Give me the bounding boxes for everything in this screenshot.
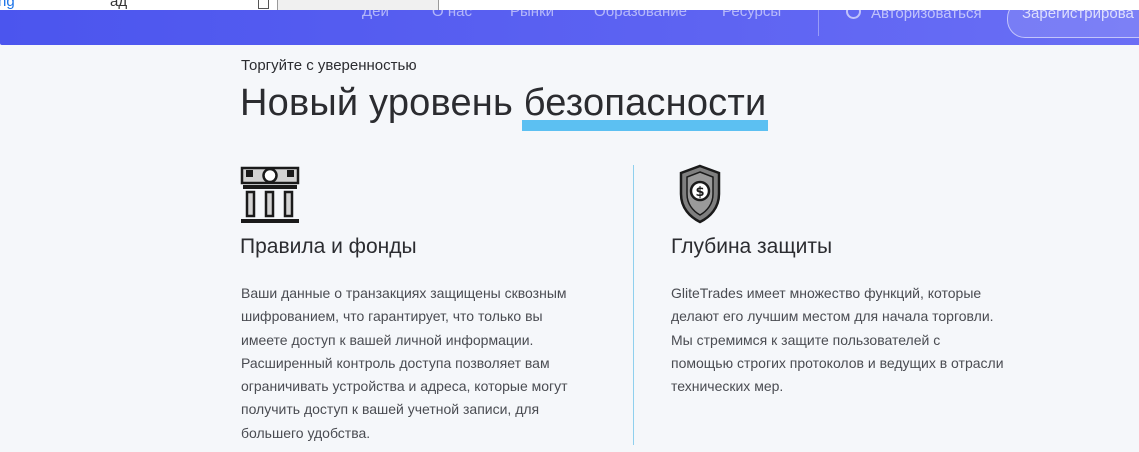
feature-text-line: Ваши данные о транзакциях защищены сквоз… — [241, 285, 567, 301]
nav-link-education[interactable]: Образование — [594, 10, 687, 20]
column-divider — [633, 165, 634, 445]
feature-text-line: имеете доступ к вашей личной информации. — [241, 331, 534, 348]
feature-text-line: GliteTrades имеет множество функций, кот… — [671, 285, 982, 301]
feature-text-protection: GliteTrades имеет множество функций, кот… — [671, 282, 1071, 398]
feature-text-line: большего удобства. — [241, 424, 371, 441]
feature-text-line: делают его лучшим местом для начала торг… — [671, 308, 994, 325]
feature-title-rules: Правила и фонды — [240, 235, 417, 258]
bookmark-fragment-2[interactable]: ад — [110, 0, 127, 10]
register-label: Зарегистрирова — [1022, 10, 1134, 22]
nav-link-markets[interactable]: Рынки — [510, 10, 554, 20]
feature-text-rules: Ваши данные о транзакциях защищены сквоз… — [241, 282, 621, 445]
login-link[interactable]: Авторизоваться — [846, 10, 982, 22]
user-icon — [846, 10, 861, 19]
feature-text-line: Мы стремимся к защите пользователей с — [671, 331, 941, 348]
strip-checkbox[interactable] — [258, 0, 269, 9]
feature-text-line: технических мер. — [671, 378, 784, 395]
feature-text-line: ограничивать устройства и адреса, которы… — [241, 378, 568, 395]
feature-text-line: получить доступ к вашей учетной записи, … — [241, 401, 540, 418]
register-button[interactable]: Зарегистрирова — [1007, 10, 1139, 38]
nav-link-about[interactable]: О нас — [432, 10, 472, 20]
feature-text-line: Расширенный контроль доступа позволяет в… — [241, 354, 550, 371]
feature-text-line: помощью строгих протоколов и ведущих в о… — [671, 354, 1004, 371]
shield-dollar-icon: $ — [678, 164, 722, 231]
nav-divider — [818, 10, 819, 36]
nav-link-resources[interactable]: Ресурсы — [722, 10, 781, 20]
nav-link-1[interactable]: Деи — [362, 10, 389, 20]
feature-title-protection: Глубина защиты — [671, 235, 833, 258]
site-header: Деи О нас Рынки Образование Ресурсы Авто… — [0, 10, 1139, 45]
feature-text-line: шифрованием, что гарантирует, что только… — [241, 308, 543, 325]
title-highlight: безопасности — [521, 82, 769, 131]
bookmark-fragment[interactable]: ng — [0, 0, 15, 10]
section-eyebrow: Торгуйте с уверенностью — [241, 57, 417, 74]
bank-building-icon — [240, 166, 302, 231]
svg-text:$: $ — [695, 185, 704, 200]
title-prefix: Новый уровень — [240, 82, 524, 124]
login-label: Авторизоваться — [871, 10, 982, 22]
page-title: Новый уровень безопасности — [240, 82, 769, 131]
